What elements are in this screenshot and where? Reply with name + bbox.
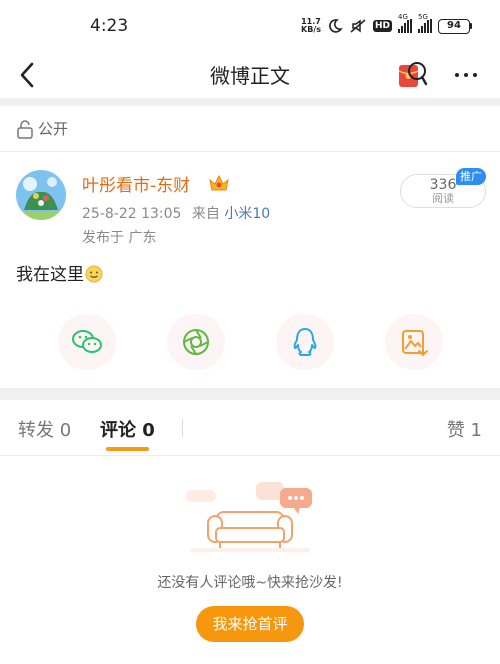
promo-tag[interactable]: 推广 <box>456 168 486 185</box>
network-speed: 11.7 KB/s <box>301 17 321 34</box>
tab-comments[interactable]: 评论 0 <box>100 416 155 442</box>
visibility-row: 公开 <box>0 106 500 152</box>
post-location: 发布于 广东 <box>82 230 157 246</box>
post-text: 我在这里 <box>16 265 84 285</box>
battery-icon: 94 <box>438 18 472 34</box>
signal-icon: 4G <box>398 13 412 33</box>
interaction-tabs: 转发 0 评论 0 赞 1 <box>0 400 500 456</box>
back-icon[interactable] <box>14 58 42 92</box>
tab-reposts[interactable]: 转发 0 <box>18 416 71 442</box>
wechat-icon <box>72 330 102 353</box>
source-prefix: 来自 <box>191 206 220 222</box>
read-label: 阅读 <box>432 192 454 205</box>
save-image-icon <box>402 330 428 357</box>
share-wechat-button[interactable] <box>58 314 116 370</box>
crown-icon <box>209 174 229 191</box>
status-time: 4:23 <box>90 16 129 36</box>
save-image-button[interactable] <box>385 314 443 370</box>
active-tab-indicator <box>106 447 149 451</box>
status-bar: 4:23 11.7 KB/s HD 4G 5G 94 <box>0 0 500 52</box>
empty-comments-text: 还没有人评论哦~快来抢沙发! <box>157 575 343 591</box>
tab-likes[interactable]: 赞 1 <box>447 416 482 442</box>
post-timestamp: 25-8-22 13:05 <box>82 206 182 222</box>
status-icons: 11.7 KB/s HD 4G 5G 94 <box>301 13 472 36</box>
mute-icon <box>350 19 366 33</box>
more-button[interactable] <box>448 60 484 90</box>
smiley-emoji-icon <box>85 265 103 283</box>
divider <box>0 388 500 400</box>
qq-icon <box>293 328 317 356</box>
avatar[interactable] <box>16 170 66 220</box>
tab-separator <box>182 419 183 437</box>
divider <box>0 98 500 106</box>
visibility-label: 公开 <box>38 120 69 138</box>
post-body: 我在这里 <box>16 260 103 285</box>
empty-sofa-illustration <box>186 482 312 552</box>
share-qq-button[interactable] <box>276 314 334 370</box>
moon-icon <box>329 19 343 33</box>
red-packet-icon[interactable] <box>396 57 428 91</box>
post-meta: 25-8-22 13:05 来自 小米10 <box>82 203 270 223</box>
first-comment-button[interactable]: 我来抢首评 <box>196 606 304 642</box>
post-source[interactable]: 小米10 <box>224 206 270 222</box>
lock-open-icon <box>17 119 33 139</box>
moments-icon <box>183 329 209 355</box>
nav-bar: 微博正文 <box>0 52 500 98</box>
hd-badge: HD <box>372 20 392 32</box>
signal-icon-2: 5G <box>418 13 432 33</box>
author-name[interactable]: 叶彤看市-东财 <box>82 171 190 196</box>
share-moments-button[interactable] <box>167 314 225 370</box>
